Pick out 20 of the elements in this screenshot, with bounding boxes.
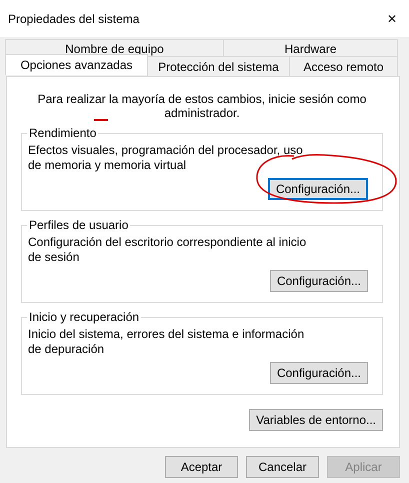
tab[interactable]: Hardware [223, 39, 398, 57]
notice-text: Para realizar la mayoría de estos cambios, inicie sesión como administrador. [36, 92, 368, 120]
group-title: Inicio y recuperación [27, 310, 142, 324]
settings-button[interactable]: Configuración... [270, 270, 368, 292]
group-description: Efectos visuales, programación del procesador, uso de memoria y memoria virtual [28, 143, 304, 173]
tab[interactable]: Acceso remoto [289, 56, 398, 76]
dialog-button[interactable]: Aceptar [165, 456, 238, 478]
group-title: Rendimiento [27, 126, 98, 140]
environment-variables-button[interactable]: Variables de entorno... [249, 409, 383, 431]
group-description: Inicio del sistema, errores del sistema e información de depuración [28, 327, 306, 357]
window-title: Propiedades del sistema [8, 12, 140, 26]
tab[interactable]: Protección del sistema [147, 56, 290, 76]
dialog-button[interactable]: Cancelar [246, 456, 319, 478]
tab[interactable]: Opciones avanzadas [5, 54, 148, 75]
group-title: Perfiles de usuario [27, 218, 130, 232]
settings-button[interactable]: Configuración... [268, 178, 368, 200]
annotation-dash [94, 119, 108, 121]
close-icon[interactable]: ✕ [377, 12, 407, 26]
group-description: Configuración del escritorio correspondiente al inicio de sesión [28, 235, 308, 265]
settings-button[interactable]: Configuración... [270, 362, 368, 384]
